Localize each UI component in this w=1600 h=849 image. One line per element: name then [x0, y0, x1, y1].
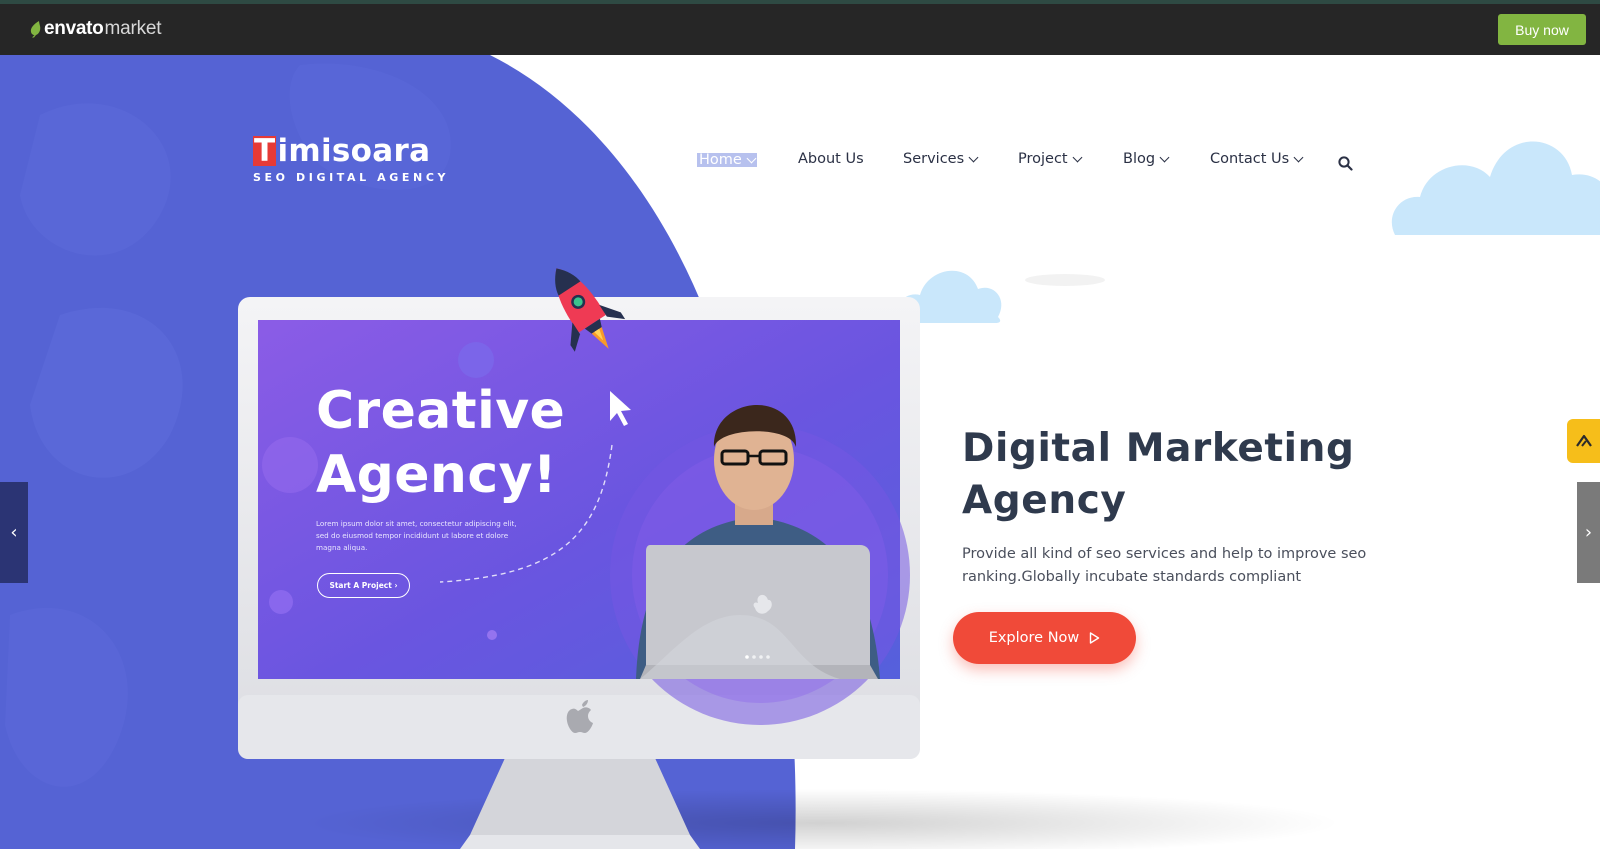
nav-item-label: Home [699, 152, 742, 168]
site-tagline: SEO DIGITAL AGENCY [253, 171, 450, 184]
nav-item-label: Project [1018, 151, 1068, 167]
nav-item-services[interactable]: Services [903, 151, 979, 167]
chevron-down-icon [1293, 152, 1304, 163]
slider-prev-button[interactable]: ‹ [0, 482, 28, 583]
search-icon[interactable] [1338, 156, 1353, 171]
envato-logo[interactable]: envato market [28, 18, 162, 40]
nav-item-blog[interactable]: Blog [1123, 151, 1170, 167]
nav-item-label: Blog [1123, 151, 1156, 167]
nav-item-project[interactable]: Project [1018, 151, 1083, 167]
chevron-down-icon [746, 153, 757, 164]
explore-now-button[interactable]: Explore Now [953, 612, 1136, 664]
envato-market-text: market [104, 18, 162, 39]
nav-item-label: About Us [798, 151, 864, 167]
chevron-down-icon [1072, 152, 1083, 163]
envato-leaf-icon [30, 21, 41, 38]
chevron-down-icon [968, 152, 979, 163]
nav-item-label: Contact Us [1210, 151, 1290, 167]
nav-item-label: Services [903, 151, 965, 167]
nav-item-about-us[interactable]: About Us [798, 151, 864, 167]
hero-subtext: Provide all kind of seo services and hel… [962, 546, 1367, 585]
hero-headline-line2: Agency [962, 478, 1127, 523]
screen-button-label: Start A Project [329, 581, 392, 590]
logo-rest: imisoara [277, 133, 431, 169]
chevron-up-icon [1575, 434, 1592, 447]
screen-start-project-button: Start A Project › [317, 573, 410, 598]
explore-now-label: Explore Now [988, 630, 1080, 646]
logo-first-letter: T [253, 133, 277, 169]
cloud-white [1025, 235, 1108, 286]
site-logo[interactable]: Timisoara SEO DIGITAL AGENCY [253, 133, 449, 184]
slider-next-button[interactable]: › [1577, 482, 1600, 583]
cloud-large [1391, 141, 1600, 235]
play-triangle-icon [1090, 632, 1100, 644]
hero-section: Timisoara SEO DIGITAL AGENCY Home About … [0, 55, 1600, 849]
screen-headline: Creative Agency! [316, 379, 565, 507]
hero-headline-line1: Digital Marketing [962, 426, 1355, 471]
screen-headline-line1: Creative [316, 381, 566, 441]
site-logo-name: Timisoara [253, 133, 449, 169]
screen-headline-line2: Agency! [316, 445, 557, 505]
hero-headline: Digital Marketing Agency [962, 423, 1522, 527]
chevron-down-icon [1159, 152, 1170, 163]
nav-item-contact-us[interactable]: Contact Us [1210, 151, 1304, 167]
buy-now-button[interactable]: Buy now [1498, 14, 1586, 45]
envato-preview-bar: envato market Buy now [0, 4, 1600, 55]
nav-item-home[interactable]: Home [697, 153, 757, 167]
screen-body-text: Lorem ipsum dolor sit amet, consectetur … [316, 519, 517, 552]
envato-brand-text: envato [44, 18, 104, 39]
side-widget-button[interactable] [1567, 419, 1600, 463]
